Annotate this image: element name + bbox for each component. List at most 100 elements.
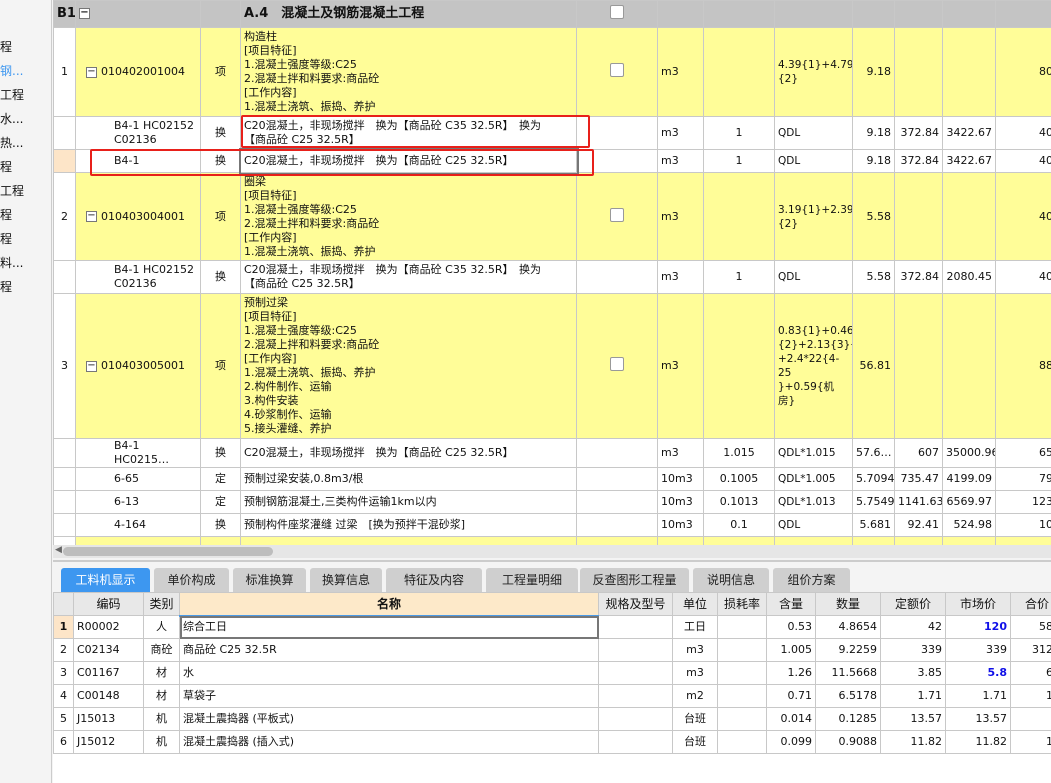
sidebar-item[interactable]: 工程 [0,179,51,203]
quota-row[interactable]: 6-13 定预制钢筋混凝土,三类构件运输1km以内 10m3 0.1013 QDL*1.… [53,490,1051,514]
sidebar-item[interactable]: 热... [0,131,51,155]
tab-4[interactable]: 特征及内容 [386,568,482,593]
code-cell[interactable]: B4-1 HC0215… [75,438,201,468]
name-cell[interactable]: 预制钢筋混凝土,三类构件运输1km以内 [240,490,577,514]
expression-cell[interactable]: QDL [774,116,853,150]
column-header[interactable]: 编码 [73,592,144,616]
expression-cell[interactable]: QDL [774,260,853,294]
name-cell[interactable]: 综合工日 [179,615,599,639]
bill-items-grid[interactable]: B1− A.4 混凝土及钢筋混凝土工程 1−010402001004 项构造柱 [项目… [53,0,1051,545]
code-cell[interactable]: 4-164 [75,513,201,537]
code-cell[interactable]: B4-1 HC02152 C02136 [75,260,201,294]
column-header[interactable] [53,592,74,616]
name-cell[interactable]: 预制过梁 [项目特征] 1.混凝土强度等级:C25 2.混凝上拌和料要求:商品砼… [240,293,577,439]
name-cell[interactable]: 草袋子 [179,684,599,708]
name-cell[interactable]: 水 [179,661,599,685]
tab-1[interactable]: 单价构成 [154,568,229,593]
name-cell[interactable]: C20混凝土，非现场搅拌 换为【商品砼 C25 32.5R】 [238,147,579,175]
expression-cell[interactable] [774,536,853,545]
resource-row[interactable]: 3C01167材水 m3 1.2611.56683.855.867 [53,661,1051,685]
scrollbar-thumb[interactable] [63,547,273,556]
sidebar-item[interactable]: 料... [0,251,51,275]
column-header[interactable]: 类别 [143,592,180,616]
code-cell[interactable]: B4-1 HC02152 C02136 [75,116,201,150]
resource-row[interactable]: 5 J15013 机混凝土震捣器 (平板式) 台班 0.014 0.1285 13.57 13… [53,707,1051,731]
bill-item-row[interactable]: 直形墙 [53,536,1051,545]
expression-cell[interactable]: QDL*1.015 [774,438,853,468]
collapse-icon[interactable]: − [86,66,97,78]
tab-5[interactable]: 工程量明细 [486,568,578,593]
bill-item-row[interactable]: 2−010403004001 项圈梁 [项目特征] 1.混凝土强度等级:C25 2… [53,172,1051,261]
sidebar-item[interactable]: 程 [0,227,51,251]
name-cell[interactable]: C20混凝土，非现场搅拌 换为【商品砼 C35 32.5R】 换为 【商品砼 C… [240,260,577,294]
quota-row[interactable]: B4-1 HC02152 C02136 换 C20混凝土，非现场搅拌 换为【商品砼 … [53,260,1051,294]
resource-row[interactable]: 4C00148材草袋子m20.716.51781.711.7111 [53,684,1051,708]
checkbox[interactable] [610,207,624,222]
code-cell[interactable]: −010403005001 [75,293,201,439]
tab-7[interactable]: 说明信息 [693,568,769,593]
tab-2[interactable]: 标准换算 [233,568,306,593]
quota-row[interactable]: 4-164 换预制构件座浆灌缝 过梁 [换为预拌干混砂浆] 10m3 0.1 QDL 5.… [53,513,1051,537]
quota-row[interactable]: B4-1 HC02152 C02136 换 C20混凝土，非现场搅拌 换为【商品砼 … [53,116,1051,150]
tab-0[interactable]: 工料机显示 [61,568,150,593]
code-cell[interactable]: 6-65 [75,467,201,491]
expression-cell[interactable]: QDL [774,149,853,173]
resource-row[interactable]: 2 C02134 商砼 商品砼 C25 32.5R m3 1.005 9.2259 339 33… [53,638,1051,662]
column-header[interactable]: 含量 [766,592,816,616]
name-cell[interactable]: 预制过梁安装,0.8m3/根 [240,467,577,491]
code-cell[interactable]: −010403004001 [75,172,201,261]
name-cell[interactable]: 混凝土震捣器 (插入式) [179,730,599,754]
bill-item-row[interactable]: 1−010402001004 项构造柱 [项目特征] 1.混凝土强度等级:C25 … [53,27,1051,117]
resource-grid[interactable]: 编码 类别 名称 规格及型号 单位 损耗率 含量 数量 定额价 市场价 合价 1 R00002 人综合工日… [53,592,1051,783]
sidebar-item[interactable]: 工程 [0,83,51,107]
collapse-icon[interactable]: − [86,211,97,222]
scroll-left-icon[interactable]: ◀ [55,545,62,555]
name-cell[interactable]: 圈梁 [项目特征] 1.混凝土强度等级:C25 2.混凝土拌和料要求:商品砼 [… [240,172,577,261]
sidebar-item[interactable]: 程 [0,35,51,59]
collapse-icon[interactable]: − [86,360,97,372]
name-cell[interactable]: 直形墙 [240,536,577,545]
resource-row[interactable]: 6 J15012 机混凝土震捣器 (插入式) 台班 0.099 0.9088 11.82 11… [53,730,1051,754]
sidebar-item[interactable]: 程 [0,275,51,299]
checkbox[interactable] [610,63,624,77]
quota-row[interactable]: 6-65 定预制过梁安装,0.8m3/根 10m3 0.1005 QDL*1.005 5.… [53,467,1051,491]
expression-cell[interactable]: QDL*1.013 [774,490,853,514]
checkbox[interactable] [610,357,624,371]
collapse-icon[interactable]: − [79,8,90,19]
sidebar-item[interactable]: 水... [0,107,51,131]
expression-cell[interactable]: 4.39{1}+4.79 {2} [774,27,853,117]
tab-3[interactable]: 换算信息 [310,568,382,593]
expression-cell[interactable]: QDL [774,513,853,537]
column-header[interactable]: 损耗率 [717,592,767,616]
column-header[interactable]: 数量 [815,592,881,616]
quota-row[interactable]: B4-1 HC0215… 换 C20混凝土，非现场搅拌 换为【商品砼 C25 32.… [53,438,1051,468]
column-header[interactable]: 名称 [179,592,599,617]
tab-6[interactable]: 反查图形工程量 [580,568,689,593]
expression-cell[interactable]: QDL*1.005 [774,467,853,491]
expression-cell[interactable]: 3.19{1}+2.39 {2} [774,172,853,261]
expression-cell[interactable]: 0.83{1}+0.46 {2}+2.13{3}+ +2.4*22{4-25 }… [774,293,853,439]
code-cell[interactable]: 6-13 [75,490,201,514]
resource-row[interactable]: 1R00002人综合工日 工日 0.534.865442120583 [53,615,1051,639]
sidebar-item[interactable]: 程 [0,155,51,179]
name-cell[interactable]: 预制构件座浆灌缝 过梁 [换为预拌干混砂浆] [240,513,577,537]
column-header[interactable]: 合价 [1010,592,1051,616]
horizontal-scrollbar[interactable]: ◀ [53,545,1051,558]
column-header[interactable]: 单位 [672,592,718,616]
code-cell[interactable]: B4-1 [75,149,201,173]
sidebar-item[interactable]: 程 [0,203,51,227]
tab-8[interactable]: 组价方案 [773,568,850,593]
name-cell[interactable]: 混凝土震捣器 (平板式) [179,707,599,731]
code-cell[interactable] [75,536,201,545]
quota-row[interactable]: B4-1 换 C20混凝土，非现场搅拌 换为【商品砼 C25 32.5R】 m3 1 QD… [53,147,1051,175]
name-cell[interactable]: 商品砼 C25 32.5R [179,638,599,662]
bill-item-row[interactable]: 3−010403005001 项预制过梁 [项目特征] 1.混凝土强度等级:C25… [53,293,1051,439]
name-cell[interactable]: C20混凝土，非现场搅拌 换为【商品砼 C25 32.5R】 [240,438,577,468]
column-header[interactable]: 市场价 [945,592,1011,616]
code-cell[interactable]: −010402001004 [75,27,201,117]
column-header[interactable]: 规格及型号 [598,592,673,616]
name-cell[interactable]: C20混凝土，非现场搅拌 换为【商品砼 C35 32.5R】 换为 【商品砼 C… [240,116,577,150]
group-row[interactable]: B1− A.4 混凝土及钢筋混凝土工程 [53,0,1051,28]
column-header[interactable]: 定额价 [880,592,946,616]
sidebar-item[interactable]: 钢... [0,59,51,83]
